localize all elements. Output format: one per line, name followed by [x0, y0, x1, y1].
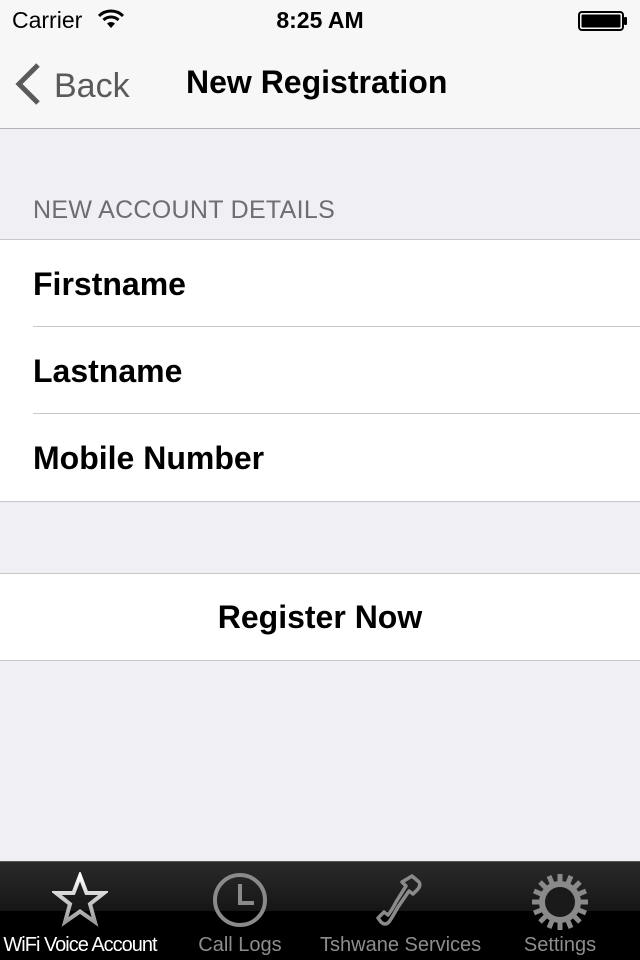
firstname-input[interactable] — [280, 260, 620, 310]
back-button[interactable]: Back — [14, 62, 130, 111]
gear-icon — [530, 872, 590, 937]
register-group: Register Now — [0, 573, 640, 661]
battery-icon — [578, 11, 628, 36]
mobile-number-row[interactable]: Mobile Number — [0, 413, 640, 501]
lastname-label: Lastname — [33, 353, 183, 389]
phone-icon — [372, 872, 428, 933]
chevron-left-icon — [14, 62, 42, 111]
register-now-button[interactable]: Register Now — [0, 574, 640, 660]
star-icon — [50, 870, 110, 933]
tab-wifi-voice-account[interactable]: WiFi Voice Account — [0, 862, 160, 960]
clock-icon — [212, 872, 268, 933]
lastname-input[interactable] — [280, 347, 620, 397]
page-title: New Registration — [186, 64, 448, 100]
tab-bar: WiFi Voice Account Call Logs Tshwane Ser… — [0, 861, 640, 960]
mobile-number-label: Mobile Number — [33, 440, 265, 476]
register-now-label: Register Now — [217, 598, 423, 635]
tab-settings[interactable]: Settings — [480, 862, 640, 960]
back-button-label: Back — [54, 67, 130, 105]
tab-label: Call Logs — [198, 934, 282, 956]
firstname-row[interactable]: Firstname — [0, 240, 640, 327]
tab-tshwane-services[interactable]: Tshwane Services — [320, 862, 482, 960]
status-bar: Carrier 8:25 AM — [0, 0, 640, 40]
section-header: NEW ACCOUNT DETAILS — [33, 196, 336, 224]
navigation-bar: Back New Registration — [0, 40, 640, 129]
tab-label: WiFi Voice Account — [3, 934, 157, 956]
firstname-label: Firstname — [33, 266, 186, 302]
lastname-row[interactable]: Lastname — [0, 326, 640, 414]
status-time: 8:25 AM — [276, 7, 364, 33]
account-details-group: Firstname Lastname Mobile Number — [0, 239, 640, 502]
tab-call-logs[interactable]: Call Logs — [160, 862, 320, 960]
mobile-number-input[interactable] — [280, 434, 620, 484]
tab-label: Tshwane Services — [320, 934, 482, 956]
tab-label: Settings — [523, 934, 597, 956]
